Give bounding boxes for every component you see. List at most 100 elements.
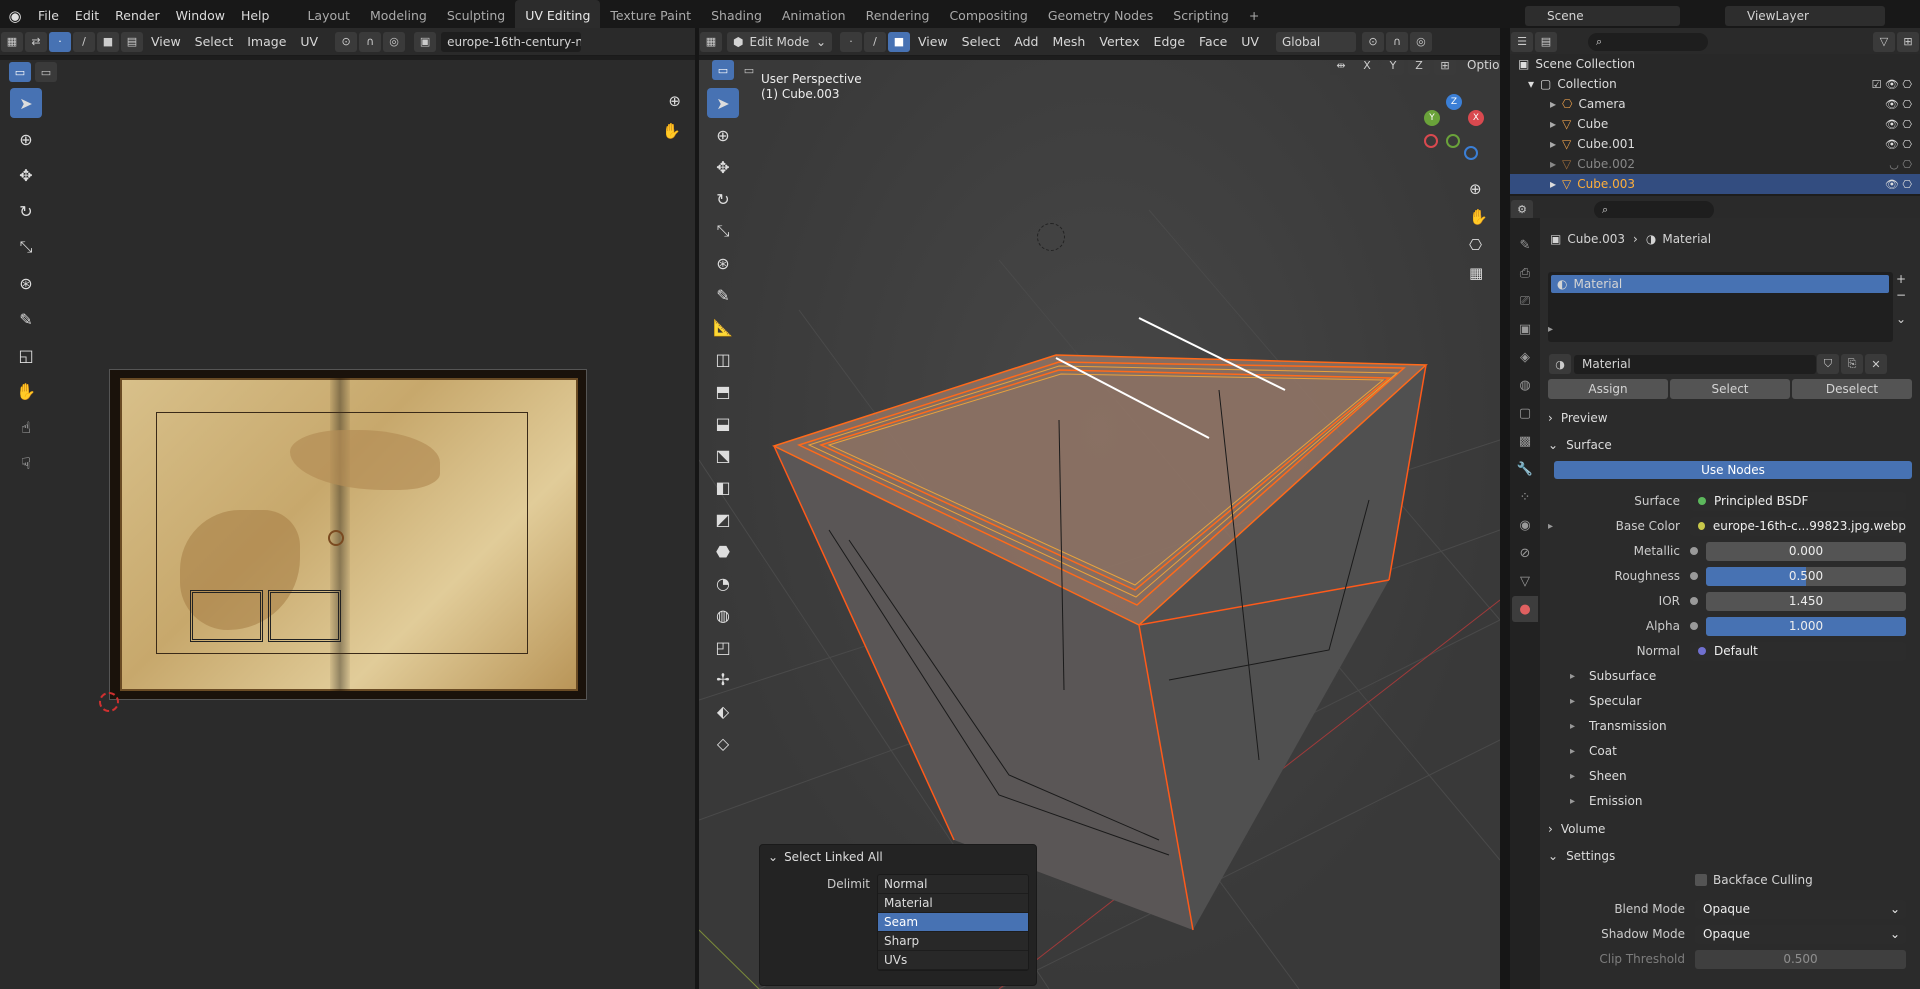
select-button[interactable]: Select — [1670, 379, 1790, 399]
axis-x-toggle[interactable]: X — [1356, 60, 1378, 75]
object-tab-icon[interactable]: ▩ — [1512, 428, 1538, 454]
tool-tab-icon[interactable]: ✎ — [1512, 232, 1538, 258]
move-tool-icon[interactable]: ✥ — [10, 160, 42, 190]
grab-tool-icon[interactable]: ✋ — [10, 376, 42, 406]
metallic-slider[interactable]: 0.000 — [1706, 541, 1906, 561]
area-divider-right[interactable] — [1500, 28, 1510, 989]
gizmo-z-icon[interactable]: Z — [1446, 94, 1462, 110]
vp-transform-tool-icon[interactable]: ⊛ — [707, 248, 739, 278]
scene-tab-icon[interactable]: ◈ — [1512, 344, 1538, 370]
relax-tool-icon[interactable]: ☝ — [10, 412, 42, 442]
navigation-gizmo[interactable]: Z Y X — [1424, 94, 1484, 160]
pan-hand-icon[interactable]: ✋ — [662, 122, 681, 140]
vp-select-box-icon[interactable]: ▭ — [712, 60, 734, 80]
visibility-icons[interactable]: 👁 ⎔ — [1885, 118, 1912, 131]
volume-panel-header[interactable]: › Volume — [1548, 818, 1605, 840]
material-name-field[interactable]: Material — [1574, 354, 1816, 374]
options-dropdown[interactable]: Options — [1467, 60, 1500, 72]
material-tab-icon[interactable]: ● — [1512, 596, 1538, 622]
axis-y-toggle[interactable]: Y — [1382, 60, 1404, 75]
inset-tool-icon[interactable]: ⬓ — [707, 408, 739, 438]
collection-tab-icon[interactable]: ▢ — [1512, 400, 1538, 426]
select-extend-icon[interactable]: ▭ — [35, 62, 57, 82]
delimit-seam[interactable]: Seam — [878, 913, 1028, 932]
mirror-icon[interactable]: ⇹ — [1330, 60, 1352, 75]
uv-menu-uv[interactable]: UV — [293, 34, 325, 49]
uv-menu-view[interactable]: View — [144, 34, 188, 49]
unlink-material-icon[interactable]: ✕ — [1865, 354, 1887, 374]
expand-icon[interactable]: ▸ — [1550, 137, 1556, 151]
sheen-section[interactable]: ▸ Sheen — [1570, 765, 1627, 787]
use-nodes-button[interactable]: Use Nodes — [1554, 461, 1912, 479]
image-browse-icon[interactable]: ▣ — [414, 31, 437, 52]
outliner-item-cube-002[interactable]: ▸ ▽ Cube.002 ◡ ⎔ — [1510, 154, 1920, 174]
proportional-icon[interactable]: ◎ — [383, 31, 406, 52]
specular-section[interactable]: ▸ Specular — [1570, 690, 1641, 712]
constraints-tab-icon[interactable]: ⊘ — [1512, 540, 1538, 566]
gizmo-neg-x-icon[interactable] — [1424, 134, 1438, 148]
vp-rotate-tool-icon[interactable]: ↻ — [707, 184, 739, 214]
camera-view-icon[interactable]: ⎔ — [1469, 236, 1488, 254]
island-select-icon[interactable]: ▤ — [121, 31, 143, 52]
expand-icon[interactable]: ▸ — [1550, 117, 1556, 131]
duplicate-material-icon[interactable]: ⎘ — [1841, 354, 1863, 374]
vertex-mode-icon[interactable]: · — [840, 31, 862, 52]
gizmo-neg-z-icon[interactable] — [1464, 146, 1478, 160]
browse-material-icon[interactable]: ◑ — [1549, 354, 1571, 374]
extrude-tool-icon[interactable]: ⬒ — [707, 376, 739, 406]
roughness-slider[interactable]: 0.500 — [1706, 566, 1906, 586]
orientation-selector[interactable]: Global — [1275, 31, 1356, 52]
hidden-icons[interactable]: ◡ ⎔ — [1889, 158, 1912, 171]
blend-mode-select[interactable]: Opaque ⌄ — [1695, 899, 1906, 919]
deselect-button[interactable]: Deselect — [1792, 379, 1912, 399]
auto-merge-icon[interactable]: ⊞ — [1434, 60, 1456, 75]
outliner-item-cube-001[interactable]: ▸ ▽ Cube.001 👁 ⎔ — [1510, 134, 1920, 154]
vp-annotate-tool-icon[interactable]: ✎ — [707, 280, 739, 310]
pan-view-icon[interactable]: ✋ — [1469, 208, 1488, 226]
material-slot[interactable]: ◐ Material — [1551, 275, 1889, 293]
assign-button[interactable]: Assign — [1548, 379, 1668, 399]
outliner-search[interactable]: ⌕ — [1588, 32, 1708, 51]
settings-panel-header[interactable]: ⌄ Settings — [1548, 845, 1615, 867]
vp-select-tool-icon[interactable]: ➤ — [707, 88, 739, 118]
vp-measure-tool-icon[interactable]: 📐 — [707, 312, 739, 342]
outliner-editor-icon[interactable]: ☰ — [1511, 31, 1533, 52]
vp-menu-vertex[interactable]: Vertex — [1092, 34, 1146, 49]
vp-menu-add[interactable]: Add — [1007, 34, 1045, 49]
transmission-section[interactable]: ▸ Transmission — [1570, 715, 1667, 737]
editor-type-icon[interactable]: ▦ — [1, 31, 23, 52]
edge-select-icon[interactable]: / — [73, 31, 95, 52]
preview-panel-header[interactable]: › Preview — [1548, 407, 1608, 429]
view-layer-tab-icon[interactable]: ▣ — [1512, 316, 1538, 342]
vp-menu-face[interactable]: Face — [1192, 34, 1234, 49]
select-tool-icon[interactable]: ➤ — [10, 88, 42, 118]
pivot-icon[interactable]: ⊙ — [335, 31, 358, 52]
vp-menu-mesh[interactable]: Mesh — [1045, 34, 1092, 49]
visibility-icons[interactable]: 👁 ⎔ — [1885, 98, 1912, 111]
rip-tool-icon[interactable]: ◱ — [10, 340, 42, 370]
ortho-toggle-icon[interactable]: ▦ — [1469, 264, 1488, 282]
coat-section[interactable]: ▸ Coat — [1570, 740, 1617, 762]
snap-icon[interactable]: ∩ — [359, 31, 382, 52]
ior-field[interactable]: 1.450 — [1706, 591, 1906, 611]
uv-menu-image[interactable]: Image — [240, 34, 293, 49]
outliner-item-cube-003[interactable]: ▸ ▽ Cube.003 👁 ⎔ — [1510, 174, 1920, 194]
scale-tool-icon[interactable]: ⤡ — [10, 232, 42, 262]
zoom-icon[interactable]: ⊕ — [668, 92, 681, 110]
modifier-tab-icon[interactable]: 🔧 — [1512, 456, 1538, 482]
image-name-field[interactable]: europe-16th-century-na — [441, 31, 582, 52]
outliner-collection[interactable]: ▾ ▢ Collection ☑ 👁 ⎔ — [1510, 74, 1920, 94]
pivot-point-icon[interactable]: ⊙ — [1361, 31, 1384, 52]
axis-z-toggle[interactable]: Z — [1408, 60, 1430, 75]
expand-icon[interactable]: ▾ — [1528, 77, 1534, 91]
base-color-field[interactable]: europe-16th-c...99823.jpg.webp — [1690, 516, 1906, 536]
rotate-tool-icon[interactable]: ↻ — [10, 196, 42, 226]
bevel-tool-icon[interactable]: ⬔ — [707, 440, 739, 470]
add-slot-icon[interactable]: + — [1896, 272, 1906, 286]
normal-field[interactable]: Default — [1690, 641, 1906, 661]
vp-move-tool-icon[interactable]: ✥ — [707, 152, 739, 182]
outliner-item-camera[interactable]: ▸ ⎔ Camera 👁 ⎔ — [1510, 94, 1920, 114]
proportional-edit-icon[interactable]: ◎ — [1409, 31, 1432, 52]
backface-culling-checkbox[interactable] — [1695, 874, 1707, 886]
expand-icon[interactable]: ▸ — [1548, 521, 1553, 532]
